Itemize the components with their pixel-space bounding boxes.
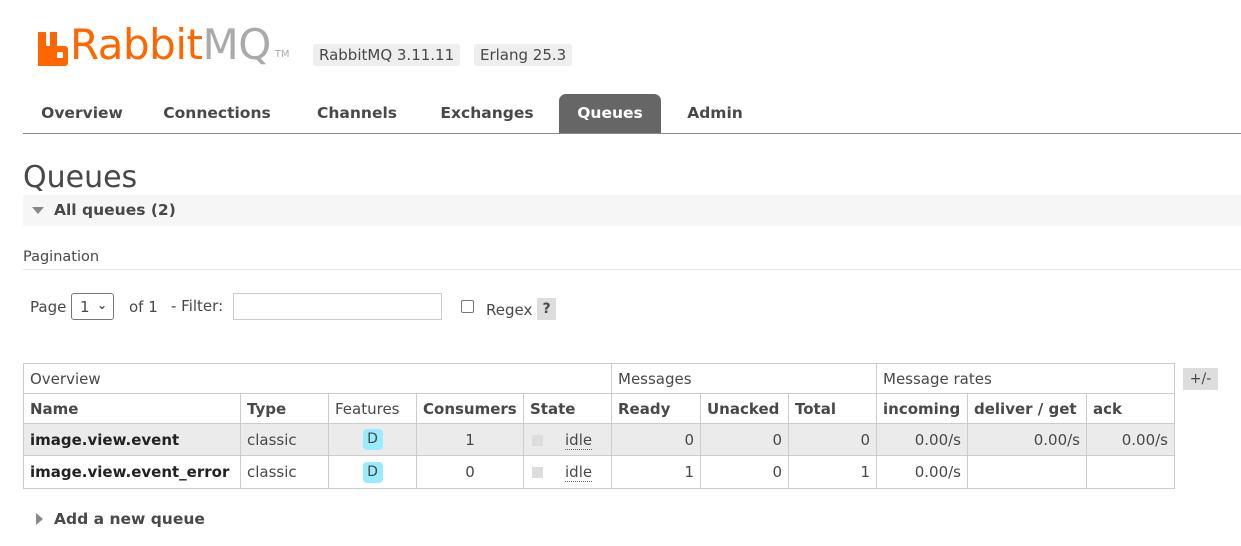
tab-exchanges[interactable]: Exchanges bbox=[427, 94, 547, 133]
logo-word-rabbit: Rabbit bbox=[70, 20, 203, 69]
tab-connections[interactable]: Connections bbox=[153, 94, 281, 133]
queue-total: 1 bbox=[788, 455, 877, 489]
filter-input[interactable] bbox=[233, 293, 442, 320]
queue-type: classic bbox=[240, 455, 329, 489]
queue-ready: 0 bbox=[611, 423, 701, 456]
column-header-ack[interactable]: ack bbox=[1086, 393, 1175, 424]
pagination-divider bbox=[23, 269, 1241, 270]
toggle-columns-button[interactable]: +/- bbox=[1183, 368, 1218, 390]
queue-deliver-get-rate bbox=[967, 455, 1087, 489]
state-indicator-icon bbox=[532, 434, 543, 446]
logo-word-mq: MQ bbox=[202, 20, 271, 69]
column-header-total[interactable]: Total bbox=[788, 393, 877, 424]
queue-consumers: 0 bbox=[416, 455, 524, 489]
tab-queues[interactable]: Queues bbox=[559, 94, 661, 133]
main-nav-tabs: Overview Connections Channels Exchanges … bbox=[23, 94, 1241, 134]
queue-ack-rate bbox=[1086, 455, 1175, 489]
page-title: Queues bbox=[23, 160, 138, 195]
group-header-overview: Overview bbox=[23, 363, 612, 394]
tab-channels[interactable]: Channels bbox=[301, 94, 413, 133]
page-select[interactable]: 1 ⌄ bbox=[71, 293, 114, 320]
regex-checkbox[interactable] bbox=[461, 300, 474, 313]
column-header-name[interactable]: Name bbox=[23, 393, 241, 424]
durable-feature-badge: D bbox=[362, 461, 383, 483]
queue-unacked: 0 bbox=[700, 423, 789, 456]
column-header-incoming[interactable]: incoming bbox=[876, 393, 968, 424]
state-indicator-icon bbox=[532, 467, 543, 478]
collapse-triangle-icon bbox=[32, 207, 44, 214]
logo-trademark: TM bbox=[274, 49, 290, 60]
version-badge: RabbitMQ 3.11.11 bbox=[313, 44, 461, 66]
queue-deliver-get-rate: 0.00/s bbox=[967, 423, 1087, 456]
queue-ready: 1 bbox=[611, 455, 701, 489]
expand-triangle-icon bbox=[36, 513, 43, 525]
queue-name-link[interactable]: image.view.event bbox=[23, 423, 241, 456]
queue-state: idle bbox=[565, 463, 593, 482]
pagination-heading: Pagination bbox=[23, 249, 100, 265]
column-header-state[interactable]: State bbox=[523, 393, 612, 424]
queue-consumers: 1 bbox=[416, 423, 524, 456]
group-header-messages: Messages bbox=[611, 363, 877, 394]
group-header-message-rates: Message rates bbox=[876, 363, 1175, 394]
column-header-features: Features bbox=[328, 393, 417, 424]
queue-name-link[interactable]: image.view.event_error bbox=[23, 455, 241, 489]
queue-state: idle bbox=[565, 430, 593, 450]
column-header-deliver-get[interactable]: deliver / get bbox=[967, 393, 1087, 424]
queue-type: classic bbox=[240, 423, 329, 456]
queue-total: 0 bbox=[788, 423, 877, 456]
rabbitmq-logo: RabbitMQ TM bbox=[38, 22, 290, 66]
regex-label: Regex bbox=[486, 301, 533, 319]
page-label: Page bbox=[30, 298, 67, 316]
page-count-label: of 1 bbox=[129, 298, 158, 316]
all-queues-title: All queues (2) bbox=[54, 201, 176, 219]
page-select-value: 1 bbox=[80, 298, 90, 316]
tab-admin[interactable]: Admin bbox=[673, 94, 757, 133]
queue-incoming-rate: 0.00/s bbox=[876, 455, 968, 489]
queue-unacked: 0 bbox=[700, 455, 789, 489]
erlang-version-badge: Erlang 25.3 bbox=[474, 44, 573, 66]
table-row[interactable]: image.view.event classic D 1 idle 0 0 0 … bbox=[23, 423, 1175, 456]
rabbitmq-logo-icon bbox=[38, 32, 68, 66]
add-new-queue-toggle[interactable]: Add a new queue bbox=[54, 510, 205, 528]
column-header-ready[interactable]: Ready bbox=[611, 393, 701, 424]
filter-label: - Filter: bbox=[171, 297, 224, 315]
tab-overview[interactable]: Overview bbox=[23, 94, 141, 133]
queue-ack-rate: 0.00/s bbox=[1086, 423, 1175, 456]
queues-table: Overview Messages Message rates Name Typ… bbox=[23, 363, 1175, 489]
all-queues-section-toggle[interactable]: All queues (2) bbox=[23, 195, 1241, 226]
chevron-down-icon: ⌄ bbox=[97, 298, 108, 312]
queue-incoming-rate: 0.00/s bbox=[876, 423, 968, 456]
column-header-type[interactable]: Type bbox=[240, 393, 329, 424]
regex-help-button[interactable]: ? bbox=[537, 298, 556, 320]
durable-feature-badge: D bbox=[362, 429, 383, 450]
column-header-consumers[interactable]: Consumers bbox=[416, 393, 524, 424]
column-header-unacked[interactable]: Unacked bbox=[700, 393, 789, 424]
table-row[interactable]: image.view.event_error classic D 0 idle … bbox=[23, 455, 1175, 489]
